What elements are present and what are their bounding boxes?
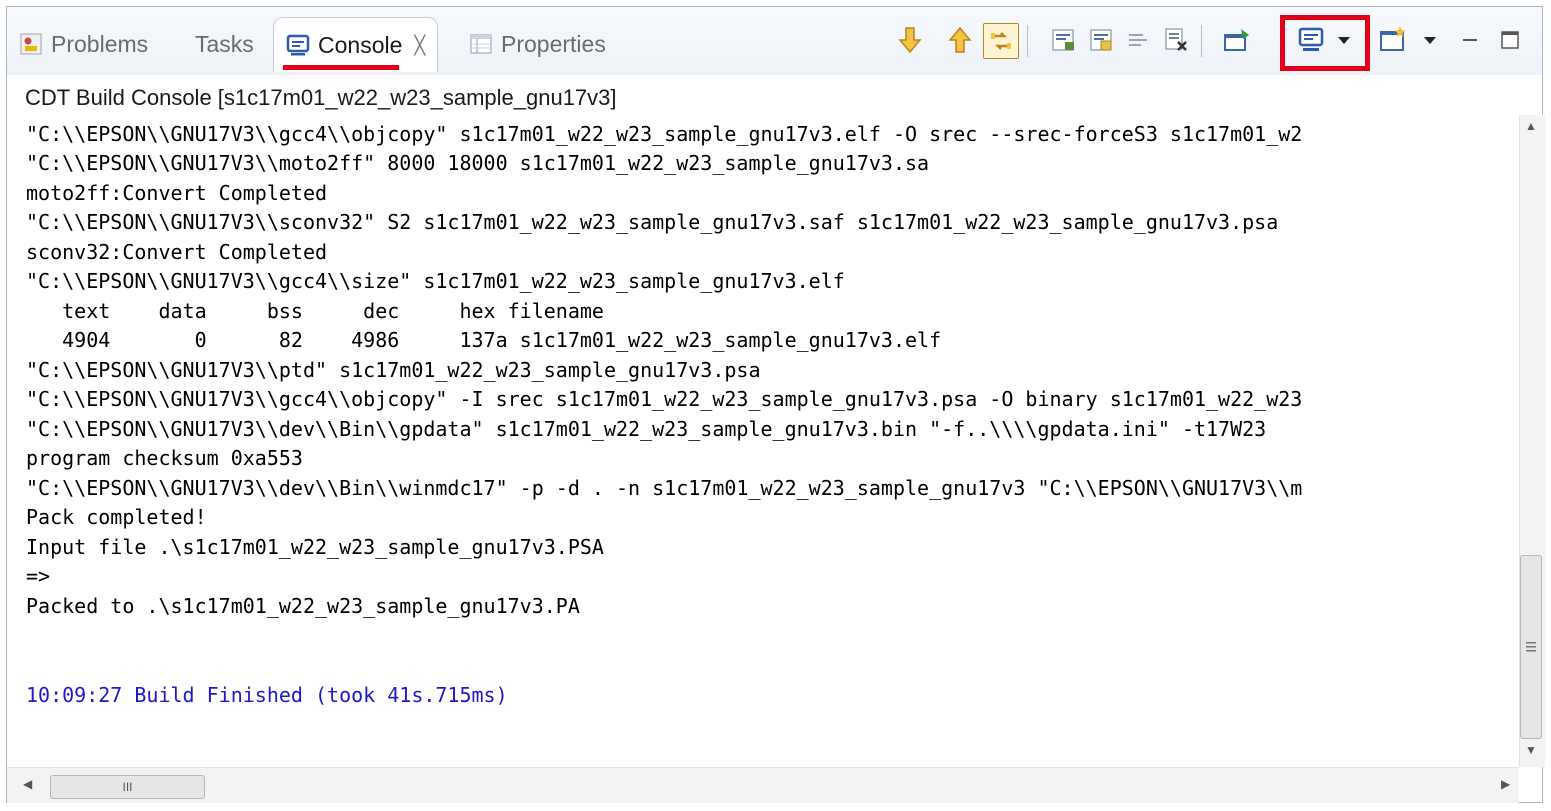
scroll-up-arrow-icon[interactable] [945,25,975,55]
console-line: => [26,564,51,588]
minimize-view-icon[interactable] [1455,25,1485,55]
open-console-chevron-icon[interactable] [1421,25,1439,55]
console-name: CDT Build Console [s1c17m01_w22_w23_samp… [25,85,617,110]
console-line: "C:\\EPSON\\GNU17V3\\dev\\Bin\\winmdc17"… [26,476,1303,500]
console-icon [286,33,310,57]
tab-tasks-label: Tasks [195,30,254,57]
tab-console-label: Console [318,31,403,58]
highlight-annotation [1280,15,1370,71]
console-line: "C:\\EPSON\\GNU17V3\\gcc4\\objcopy" s1c1… [26,122,1303,146]
tab-properties[interactable]: Properties [469,21,606,67]
problems-icon [19,32,43,56]
console-line: "C:\\EPSON\\GNU17V3\\moto2ff" 8000 18000… [26,151,930,175]
maximize-view-icon[interactable] [1495,25,1525,55]
scroll-up-button[interactable]: ▲ [1525,119,1537,133]
show-console-stderr-icon[interactable] [1087,25,1117,55]
console-output[interactable]: "C:\\EPSON\\GNU17V3\\gcc4\\objcopy" s1c1… [7,119,1519,767]
console-line: sconv32:Convert Completed [26,240,328,264]
console-line: Packed to .\s1c17m01_w22_w23_sample_gnu1… [26,594,580,618]
console-view: Problems Tasks Console ╳ Properties CDT … [6,6,1545,803]
console-line: "C:\\EPSON\\GNU17V3\\dev\\Bin\\gpdata" s… [26,417,1267,441]
close-tab-icon[interactable]: ╳ [414,35,425,56]
tab-tasks[interactable]: Tasks [195,21,254,67]
open-console-icon[interactable] [1378,25,1408,55]
scroll-thumb-grip: III [122,780,133,794]
scroll-down-arrow-icon[interactable] [895,25,925,55]
toolbar-separator [1027,25,1028,57]
build-finished-line: 10:09:27 Build Finished (took 41s.715ms) [26,683,508,707]
scroll-down-button[interactable]: ▼ [1525,743,1537,757]
console-line: Input file .\s1c17m01_w22_w23_sample_gnu… [26,535,604,559]
console-line: "C:\\EPSON\\GNU17V3\\gcc4\\size" s1c17m0… [26,269,845,293]
console-line: text data bss dec hex filename [26,299,604,323]
show-console-stdout-icon[interactable] [1049,25,1079,55]
tab-console[interactable]: Console ╳ [273,17,439,72]
word-wrap-icon[interactable] [1123,25,1153,55]
tab-properties-label: Properties [501,30,606,57]
toolbar-separator [1201,25,1202,57]
console-line: Pack completed! [26,505,207,529]
console-line: program checksum 0xa553 [26,446,303,470]
tab-problems[interactable]: Problems [19,21,148,67]
scroll-left-button[interactable]: ◀ [23,777,32,791]
console-line: 4904 0 82 4986 137a s1c17m01_w22_w23_sam… [26,328,942,352]
view-tab-bar: Problems Tasks Console ╳ Properties [7,7,1542,75]
pin-console-icon[interactable] [1222,25,1252,55]
tab-problems-label: Problems [51,30,149,57]
console-line: moto2ff:Convert Completed [26,181,328,205]
scroll-right-button[interactable]: ▶ [1501,777,1510,791]
console-line: "C:\\EPSON\\GNU17V3\\ptd" s1c17m01_w22_w… [26,358,761,382]
scroll-lock-icon[interactable] [983,23,1019,59]
properties-icon [469,32,493,56]
console-line: "C:\\EPSON\\GNU17V3\\sconv32" S2 s1c17m0… [26,210,1279,234]
console-line: "C:\\EPSON\\GNU17V3\\gcc4\\objcopy" -I s… [26,387,1303,411]
horizontal-scroll-thumb[interactable]: III [50,775,205,799]
clear-console-icon[interactable] [1161,25,1191,55]
horizontal-scrollbar[interactable] [7,767,1519,803]
console-tab-underline-annotation [283,65,399,70]
vertical-scroll-thumb[interactable] [1520,555,1542,739]
